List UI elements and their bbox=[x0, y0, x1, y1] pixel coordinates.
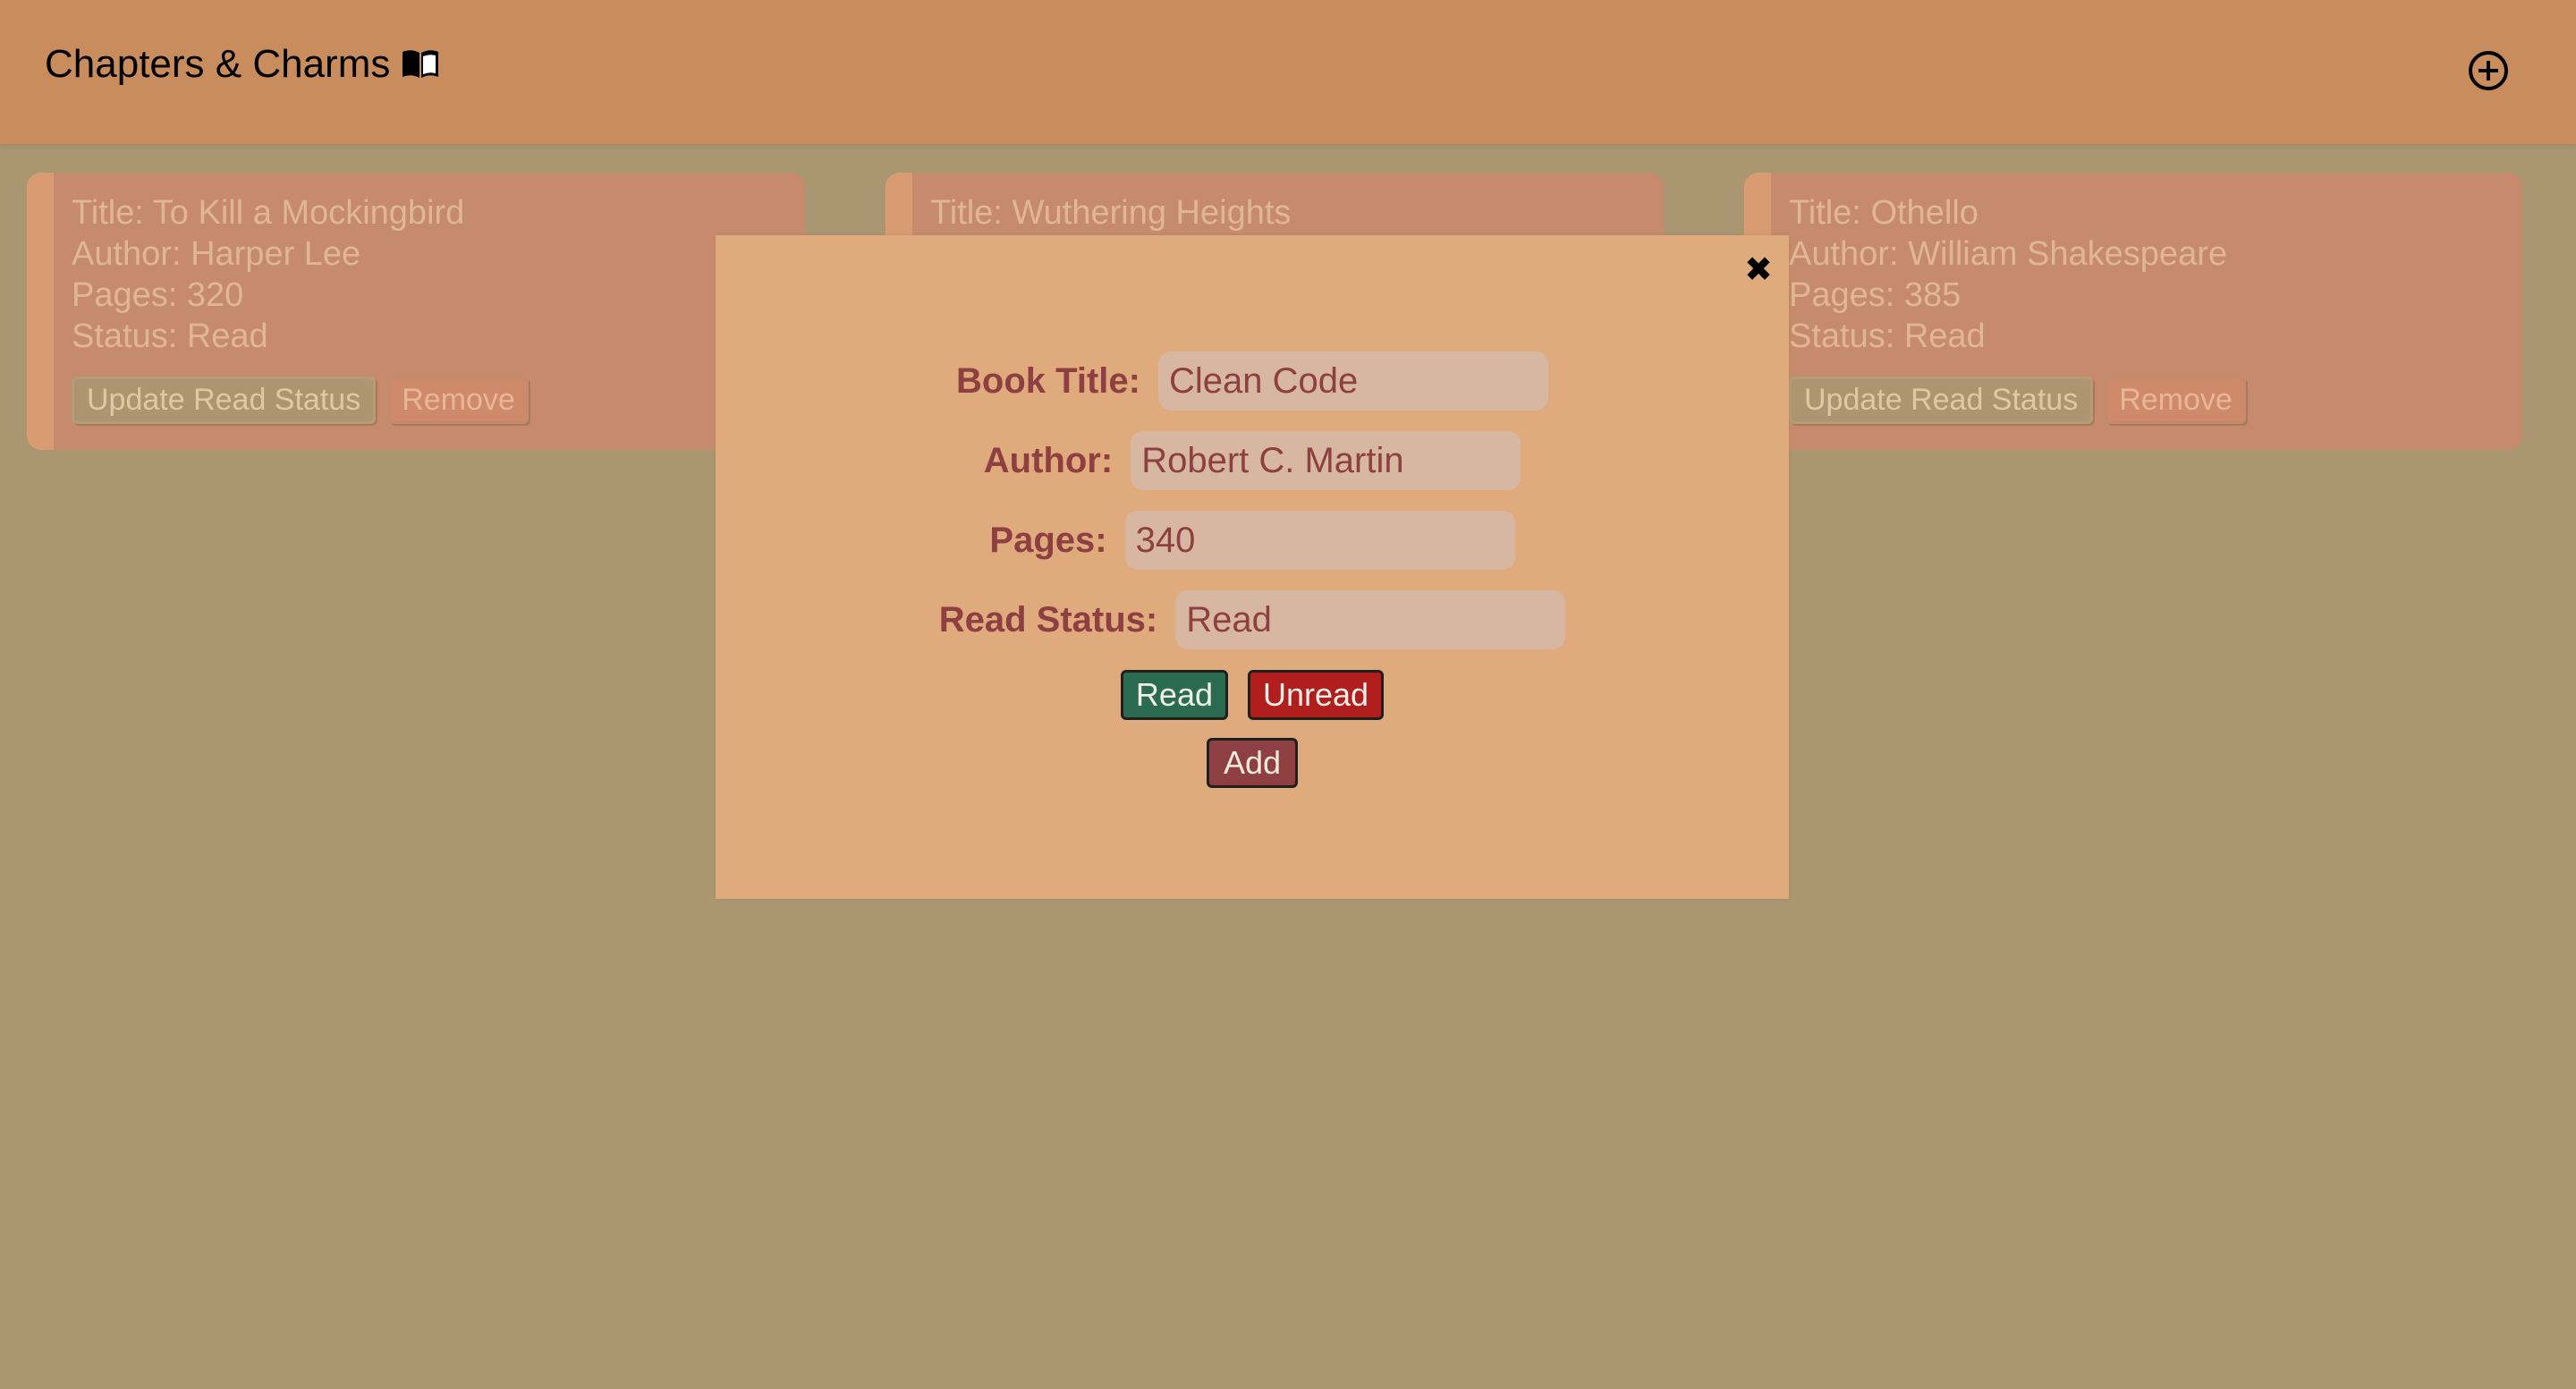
update-read-status-button[interactable]: Update Read Status bbox=[1789, 377, 2094, 424]
update-read-status-button[interactable]: Update Read Status bbox=[72, 377, 377, 424]
book-card: Title: To Kill a Mockingbird Author: Har… bbox=[27, 173, 805, 450]
book-title: Title: Wuthering Heights bbox=[930, 194, 1292, 232]
book-title-input[interactable] bbox=[1157, 351, 1548, 411]
book-status: Status: Read bbox=[1789, 318, 1986, 355]
book-title-label: Book Title: bbox=[956, 360, 1140, 401]
author-input[interactable] bbox=[1131, 431, 1521, 490]
read-button[interactable]: Read bbox=[1120, 670, 1228, 720]
app-header: Chapters & Charms bbox=[0, 0, 2576, 144]
circle-plus-icon bbox=[2469, 51, 2508, 90]
add-button[interactable]: Add bbox=[1206, 738, 1299, 788]
book-status: Status: Read bbox=[72, 318, 268, 355]
book-pages: Pages: 385 bbox=[1789, 276, 1962, 314]
author-label: Author: bbox=[983, 440, 1114, 480]
book-author: Author: William Shakespeare bbox=[1789, 235, 2227, 273]
add-book-button[interactable] bbox=[2467, 49, 2510, 92]
app-title: Chapters & Charms bbox=[45, 42, 391, 86]
book-actions: Update Read Status Remove bbox=[1789, 377, 2504, 424]
close-x-icon[interactable]: ✖ bbox=[1744, 253, 1773, 287]
pages-label: Pages: bbox=[989, 520, 1107, 560]
read-status-input[interactable] bbox=[1175, 590, 1566, 649]
read-status-buttons: Read Unread bbox=[716, 670, 1789, 720]
remove-book-button[interactable]: Remove bbox=[2106, 377, 2246, 424]
unread-button[interactable]: Unread bbox=[1247, 670, 1385, 720]
pages-input[interactable] bbox=[1124, 511, 1515, 570]
app-brand: Chapters & Charms bbox=[45, 42, 440, 87]
author-row: Author: bbox=[716, 431, 1789, 490]
book-card: Title: Othello Author: William Shakespea… bbox=[1744, 173, 2522, 450]
add-book-form: Book Title: Author: Pages: Read Status: … bbox=[716, 351, 1789, 788]
book-actions: Update Read Status Remove bbox=[72, 377, 787, 424]
title-row: Book Title: bbox=[716, 351, 1789, 411]
read-status-row: Read Status: bbox=[716, 590, 1789, 649]
remove-book-button[interactable]: Remove bbox=[388, 377, 529, 424]
add-book-dialog: ✖ Book Title: Author: Pages: Read Status… bbox=[716, 235, 1789, 899]
read-status-label: Read Status: bbox=[938, 599, 1158, 639]
book-author: Author: Harper Lee bbox=[72, 235, 361, 273]
book-pages: Pages: 320 bbox=[72, 276, 244, 314]
open-book-icon bbox=[401, 47, 440, 82]
submit-row: Add bbox=[716, 738, 1789, 788]
pages-row: Pages: bbox=[716, 511, 1789, 570]
book-title: Title: To Kill a Mockingbird bbox=[72, 194, 465, 232]
book-title: Title: Othello bbox=[1789, 194, 1979, 232]
